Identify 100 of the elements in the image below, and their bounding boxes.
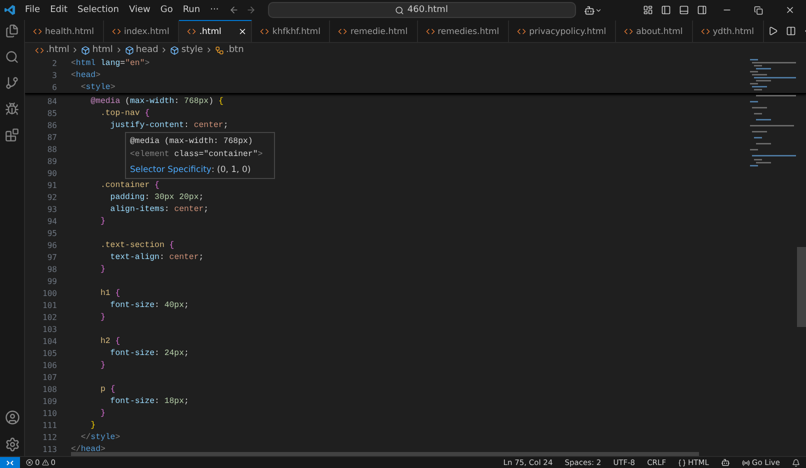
copilot-icon[interactable] [584, 4, 595, 16]
line-number: 97 [46, 252, 58, 262]
menu-item[interactable]: Go [155, 5, 178, 15]
forward-arrow-icon[interactable] [246, 5, 256, 15]
code-token: text-align [109, 252, 160, 262]
menu-item[interactable]: File [20, 5, 46, 15]
code-file-icon [426, 27, 435, 36]
warning-icon [42, 459, 49, 466]
line-number: 96 [46, 240, 58, 250]
sidebar-toggle-icon[interactable] [661, 5, 671, 15]
line-number: 87 [46, 132, 58, 142]
close-icon[interactable] [785, 5, 795, 15]
editor-tab[interactable]: .html [179, 20, 252, 42]
line-number: 109 [42, 396, 58, 406]
code-token: head [76, 70, 96, 80]
chevron-down-icon[interactable] [594, 6, 602, 14]
code-token: head [80, 444, 100, 454]
code-token: font-size [109, 348, 155, 358]
explorer-icon[interactable] [5, 24, 19, 38]
editor-tab[interactable]: remedies.html [418, 20, 510, 42]
notifications-icon[interactable] [792, 458, 800, 466]
code-token: : [164, 204, 170, 214]
remote-icon [6, 458, 14, 466]
account-icon[interactable] [4, 410, 20, 425]
code-token: > [115, 432, 120, 442]
code-token: ; [223, 120, 228, 130]
panel-toggle-icon[interactable] [679, 5, 689, 15]
code-token: @media [90, 96, 120, 106]
broadcast-icon [742, 458, 750, 466]
code-token: justify-content [109, 120, 184, 130]
app-logo-icon [4, 4, 16, 16]
line-number: 112 [42, 432, 58, 442]
extensions-icon[interactable] [5, 128, 19, 142]
braces-icon [678, 458, 686, 466]
code-token: center [194, 120, 224, 130]
code-token: < [71, 70, 76, 80]
line-number: 2 [51, 58, 58, 68]
code-token: center [169, 252, 199, 262]
run-debug-icon[interactable] [5, 102, 19, 116]
code-token: <element [130, 150, 170, 159]
code-token: : [184, 120, 190, 130]
line-number: 107 [42, 372, 58, 382]
breadcrumb-item[interactable]: .html [35, 45, 70, 55]
menu-item[interactable]: Edit [45, 5, 72, 15]
code-token: .container [99, 180, 150, 190]
code-token: 24px [164, 348, 184, 358]
code-token: 30px 20px [154, 192, 199, 202]
code-token: : [159, 252, 166, 262]
line-number: 104 [42, 336, 58, 346]
menu-item[interactable]: View [124, 5, 156, 15]
secondary-sidebar-icon[interactable] [697, 5, 707, 15]
menu-item[interactable]: Run [178, 5, 206, 15]
code-token: .top-nav [99, 108, 140, 118]
line-number: 6 [51, 82, 58, 92]
error-icon [26, 459, 33, 466]
code-token: align-items [109, 204, 164, 214]
breadcrumb-item[interactable]: style [170, 45, 203, 55]
code-token: ; [198, 192, 204, 202]
remote-button[interactable] [0, 457, 20, 468]
code-token: { [168, 240, 174, 250]
code-token: </ [71, 444, 81, 454]
breadcrumb-item[interactable]: head [124, 45, 158, 55]
breadcrumb-item[interactable]: .btn [214, 45, 244, 55]
close-icon[interactable] [238, 27, 248, 36]
cube-icon [170, 46, 180, 54]
line-number: 100 [42, 288, 58, 298]
restore-icon[interactable] [754, 6, 763, 14]
menu-item[interactable]: Selection [72, 5, 124, 15]
line-number: 105 [42, 348, 58, 358]
split-editor-icon[interactable] [786, 26, 796, 36]
code-token: </ [80, 432, 91, 442]
specificity-value: : (0, 1, 0) [211, 165, 251, 175]
specificity-link[interactable]: Selector Specificity [130, 165, 212, 175]
back-arrow-icon[interactable] [228, 5, 239, 15]
search-icon[interactable] [5, 50, 19, 64]
line-number: 95 [46, 228, 58, 238]
layout-icon[interactable] [643, 5, 653, 15]
copilot-icon[interactable] [720, 458, 730, 467]
code-token: : [174, 96, 180, 106]
scrollbar-thumb[interactable] [797, 247, 806, 327]
code-token: } [90, 420, 96, 430]
code-file-icon [260, 27, 270, 36]
code-token: 768px [184, 96, 209, 106]
command-center-search[interactable]: 460.html [268, 2, 576, 18]
line-number: 92 [46, 192, 58, 202]
menu-item[interactable]: ··· [205, 5, 224, 15]
code-token: style [90, 432, 116, 442]
source-control-icon[interactable] [5, 76, 19, 90]
code-file-icon [338, 27, 348, 36]
breadcrumb-item[interactable]: html [81, 45, 113, 55]
scrollbar-thumb[interactable] [71, 452, 699, 456]
run-icon[interactable] [768, 26, 778, 36]
code-token: ; [184, 396, 189, 406]
settings-icon[interactable] [4, 437, 20, 452]
code-token: : [154, 300, 160, 310]
code-token: > [100, 444, 106, 454]
code-token: @media (max-width: 768px) [130, 137, 253, 146]
code-token: h2 [99, 336, 110, 346]
code-file-icon [33, 27, 42, 36]
code-token: .text-section [99, 240, 164, 250]
